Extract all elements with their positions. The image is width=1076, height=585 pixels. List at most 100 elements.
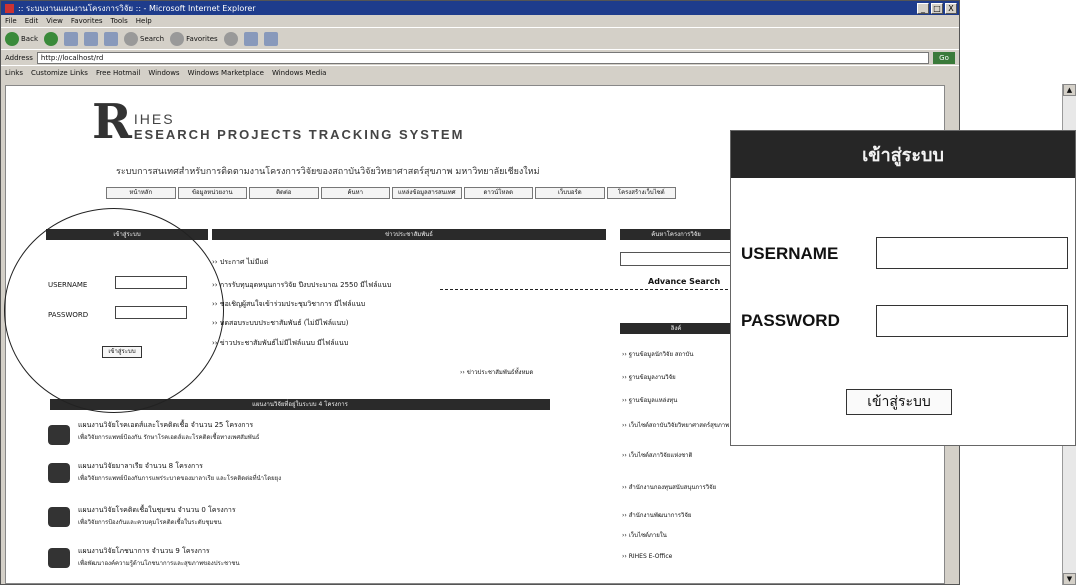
links-panel-item[interactable]: ›› สำนักงานพัฒนาการวิจัย — [622, 510, 691, 520]
zoom-header-title: เข้าสู่ระบบ — [862, 145, 944, 166]
link-media[interactable]: Windows Media — [272, 69, 327, 77]
address-bar: Address http://localhost/rd Go — [1, 49, 959, 65]
project-title[interactable]: แผนงานวิจัยมาลาเรีย จำนวน 8 โครงการ — [78, 461, 203, 472]
search-panel-header: ค้นหาโครงการวิจัย — [620, 229, 732, 240]
menu-favorites[interactable]: Favorites — [71, 17, 103, 25]
go-button[interactable]: Go — [933, 51, 955, 64]
stop-icon[interactable] — [64, 31, 78, 46]
menu-view[interactable]: View — [46, 17, 63, 25]
search-label: Search — [140, 34, 165, 43]
callout-line — [440, 289, 738, 290]
links-panel-item[interactable]: ›› RIHES E-Office — [622, 553, 672, 560]
project-desc: เพื่อพัฒนาองค์ความรู้ด้านโภชนาการและสุขภ… — [78, 560, 240, 567]
zoom-username-label: USERNAME — [741, 244, 839, 263]
advance-search-link[interactable]: Advance Search — [648, 277, 720, 286]
project-desc: เพื่อวิจัยการแพทย์ป้องกันการแพร่ระบาดของ… — [78, 475, 282, 482]
zoom-username-input[interactable] — [876, 237, 1068, 269]
project-desc: เพื่อวิจัยการแพทย์ป้องกัน รักษาโรคเอดส์แ… — [78, 434, 260, 441]
nav-webboard[interactable]: เว็บบอร์ด — [535, 187, 605, 199]
logo-letter: R — [92, 94, 132, 150]
close-button[interactable]: X — [945, 2, 957, 14]
login-submit-button[interactable]: เข้าสู่ระบบ — [102, 346, 142, 358]
links-panel-item[interactable]: ›› สำนักงานกองทุนสนับสนุนการวิจัย — [622, 482, 716, 492]
print-icon[interactable] — [263, 31, 278, 46]
news-item[interactable]: ›› การรับทุนอุดหนุนการวิจัย ปีงบประมาณ 2… — [212, 280, 391, 291]
nav-search[interactable]: ค้นหา — [320, 187, 390, 199]
links-panel-item[interactable]: ›› เว็บไซต์สถาบันวิจัยวิทยาศาสตร์สุขภาพ — [622, 420, 729, 430]
links-bar: Links Customize Links Free Hotmail Windo… — [1, 65, 959, 79]
news-item[interactable]: ›› ขอเชิญผู้สนใจเข้าร่วมประชุมวิชาการ มี… — [212, 299, 365, 310]
nutrition-icon — [48, 548, 70, 568]
back-label: Back — [21, 34, 38, 43]
links-panel-item[interactable]: ›› เว็บไซต์ภายใน — [622, 530, 667, 540]
nav-contact[interactable]: ติดต่อ — [249, 187, 319, 199]
login-password-input[interactable] — [115, 306, 187, 319]
search-icon — [124, 31, 138, 46]
project-title[interactable]: แผนงานวิจัยโรคติดเชื้อในชุมชน จำนวน 0 โค… — [78, 505, 236, 516]
insect-icon — [48, 507, 70, 527]
title-bar: :: ระบบงานแผนงานโครงการวิจัย :: - Micros… — [1, 1, 959, 15]
news-item[interactable]: ›› ทดสอบระบบประชาสัมพันธ์ (ไม่มีไฟล์แนบ) — [212, 318, 348, 329]
nav-sitemap[interactable]: โครงสร้างเว็บไซต์ — [606, 187, 676, 199]
project-title[interactable]: แผนงานวิจัยโภชนาการ จำนวน 9 โครงการ — [78, 546, 210, 557]
mosquito-icon — [48, 463, 70, 483]
nav-download[interactable]: ดาวน์โหลด — [463, 187, 533, 199]
news-more-link[interactable]: ›› ข่าวประชาสัมพันธ์ทั้งหมด — [460, 367, 533, 377]
links-panel-item[interactable]: ›› เว็บไซต์สภาวิจัยแห่งชาติ — [622, 450, 692, 460]
home-icon[interactable] — [104, 31, 118, 46]
link-customize[interactable]: Customize Links — [31, 69, 88, 77]
menu-file[interactable]: File — [5, 17, 17, 25]
favorites-button[interactable]: Favorites — [170, 31, 218, 46]
minimize-button[interactable]: _ — [917, 2, 929, 14]
links-panel-header: ลิงค์ — [620, 323, 732, 334]
links-panel-item[interactable]: ›› ฐานข้อมูลนักวิจัย สถาบัน — [622, 349, 693, 359]
news-item[interactable]: ›› ข่าวประชาสัมพันธ์ไม่มีไฟล์แนบ มีไฟล์แ… — [212, 338, 348, 349]
site-nav: หน้าหลัก ข้อมูลหน่วยงาน ติดต่อ ค้นหา แหล… — [106, 187, 676, 199]
logo-line-1: IHES — [133, 111, 175, 127]
scroll-up-icon[interactable]: ▲ — [1063, 84, 1076, 96]
project-search-input[interactable] — [620, 252, 740, 266]
nav-about[interactable]: ข้อมูลหน่วยงาน — [177, 187, 247, 199]
maximize-button[interactable]: □ — [931, 2, 943, 14]
scroll-down-icon[interactable]: ▼ — [1063, 573, 1076, 585]
link-marketplace[interactable]: Windows Marketplace — [188, 69, 264, 77]
login-username-label: USERNAME — [48, 281, 88, 289]
link-windows[interactable]: Windows — [148, 69, 179, 77]
mail-icon[interactable] — [243, 31, 258, 46]
links-panel-item[interactable]: ›› ฐานข้อมูลแหล่งทุน — [622, 395, 677, 405]
logo-line-2: ESEARCH PROJECTS TRACKING SYSTEM — [133, 127, 465, 142]
links-panel-item[interactable]: ›› ฐานข้อมูลงานวิจัย — [622, 372, 676, 382]
links-label: Links — [5, 68, 23, 77]
login-password-label: PASSWORD — [48, 311, 89, 319]
favorites-label: Favorites — [186, 34, 218, 43]
aids-ribbon-icon — [48, 425, 70, 445]
back-arrow-icon — [5, 31, 19, 46]
site-subtitle: ระบบการสนเทศสำหรับการติดตามงานโครงการวิจ… — [116, 167, 540, 177]
site-logo: R IHES ESEARCH PROJECTS TRACKING SYSTEM — [92, 94, 465, 150]
menu-bar: File Edit View Favorites Tools Help — [1, 15, 959, 27]
search-button[interactable]: Search — [124, 31, 165, 46]
news-header: ข่าวประชาสัมพันธ์ — [212, 229, 606, 240]
back-button[interactable]: Back — [5, 31, 38, 46]
refresh-icon[interactable] — [84, 31, 98, 46]
address-input[interactable]: http://localhost/rd — [36, 51, 929, 64]
nav-resources[interactable]: แหล่งข้อมูลสารสนเทศ — [392, 187, 462, 199]
history-icon[interactable] — [223, 31, 238, 46]
toolbar: Back Search Favorites — [1, 27, 959, 49]
zoom-login-button[interactable]: เข้าสู่ระบบ — [846, 389, 952, 415]
menu-tools[interactable]: Tools — [111, 17, 128, 25]
zoom-password-label: PASSWORD — [741, 311, 840, 330]
news-item[interactable]: ›› ประกาศ ไม่มีแต่ — [212, 257, 268, 268]
menu-help[interactable]: Help — [136, 17, 152, 25]
link-hotmail[interactable]: Free Hotmail — [96, 69, 140, 77]
star-icon — [170, 31, 185, 46]
login-username-input[interactable] — [115, 276, 187, 289]
menu-edit[interactable]: Edit — [25, 17, 39, 25]
projects-header: แผนงานวิจัยที่อยู่ในระบบ 4 โครงการ — [50, 399, 550, 410]
project-title[interactable]: แผนงานวิจัยโรคเอดส์และโรคติดเชื้อ จำนวน … — [78, 420, 253, 431]
project-desc: เพื่อวิจัยการป้องกันและควบคุมโรคติดเชื้อ… — [78, 519, 222, 526]
zoom-password-input[interactable] — [876, 305, 1068, 337]
window-title: :: ระบบงานแผนงานโครงการวิจัย :: - Micros… — [18, 3, 256, 13]
forward-arrow-icon[interactable] — [44, 31, 58, 46]
nav-home[interactable]: หน้าหลัก — [106, 187, 176, 199]
